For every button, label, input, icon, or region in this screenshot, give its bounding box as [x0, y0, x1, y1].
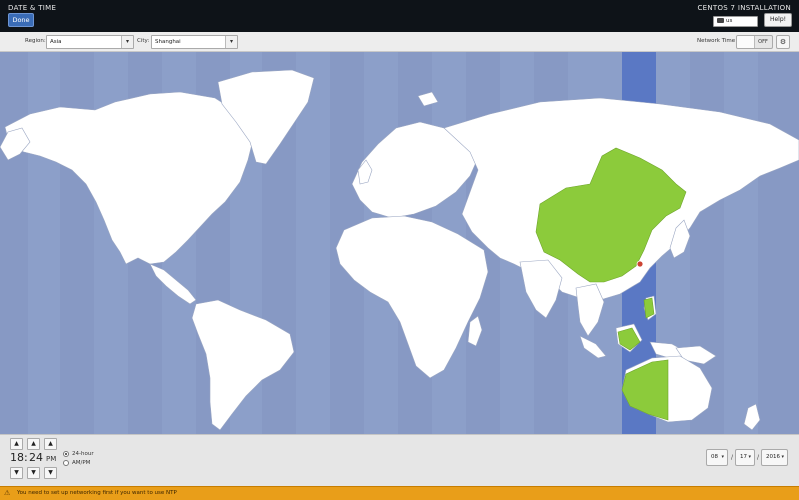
city-combo[interactable]: Shanghai ▾: [151, 35, 238, 49]
hours-up-button[interactable]: ▲: [10, 438, 23, 450]
chevron-up-icon: ▲: [48, 440, 53, 447]
year-value: 2016: [766, 454, 780, 460]
city-label: City:: [137, 38, 150, 44]
ntp-config-button[interactable]: ⚙: [776, 35, 790, 49]
day-value: 17: [740, 454, 747, 460]
hours-display: 18: [10, 451, 24, 464]
warning-bar: ⚠ You need to set up networking first if…: [0, 486, 799, 500]
keyboard-icon: [717, 18, 724, 23]
chevron-down-icon: ▼: [48, 469, 53, 476]
city-value: Shanghai: [155, 39, 181, 45]
warning-text: You need to set up networking first if y…: [17, 490, 177, 496]
format-24h-radio[interactable]: [63, 451, 69, 457]
chevron-down-icon: ▾: [121, 36, 133, 48]
timezone-map[interactable]: [0, 52, 799, 434]
indonesia-sumatra: [579, 335, 607, 359]
switch-state-label: OFF: [758, 39, 768, 45]
new-zealand: [743, 403, 761, 431]
chevron-down-icon: ▾: [781, 454, 784, 460]
date-time-spoke: DATE & TIME Done CENTOS 7 INSTALLATION u…: [0, 0, 799, 500]
minutes-display: 24: [29, 451, 43, 464]
done-button[interactable]: Done: [8, 13, 34, 27]
warning-icon: ⚠: [4, 489, 11, 497]
chevron-up-icon: ▲: [31, 440, 36, 447]
day-combo[interactable]: 17 ▾: [735, 449, 755, 466]
network-time-switch[interactable]: OFF: [736, 35, 773, 49]
month-combo[interactable]: 08 ▾: [706, 449, 728, 466]
hours-down-button[interactable]: ▼: [10, 467, 23, 479]
switch-knob: [737, 36, 755, 48]
world-map-svg: [0, 52, 799, 434]
chevron-down-icon: ▾: [748, 454, 751, 460]
timezone-toolbar: Region: Asia ▾ City: Shanghai ▾ Network …: [0, 32, 799, 52]
network-time-label: Network Time: [697, 38, 736, 44]
year-combo[interactable]: 2016 ▾: [761, 449, 788, 466]
spoke-title: DATE & TIME: [8, 4, 57, 12]
format-ampm-radio[interactable]: [63, 460, 69, 466]
gear-icon: ⚙: [779, 38, 787, 46]
format-24h-label: 24-hour: [72, 451, 94, 457]
date-separator: /: [731, 454, 734, 461]
keyboard-layout-indicator[interactable]: us: [713, 16, 758, 27]
ampm-up-button[interactable]: ▲: [44, 438, 57, 450]
minutes-down-button[interactable]: ▼: [27, 467, 40, 479]
month-value: 08: [711, 454, 718, 460]
chevron-down-icon: ▼: [31, 469, 36, 476]
time-date-panel: [0, 434, 799, 486]
chevron-down-icon: ▾: [721, 454, 724, 460]
chevron-down-icon: ▾: [225, 36, 237, 48]
minutes-up-button[interactable]: ▲: [27, 438, 40, 450]
ampm-down-button[interactable]: ▼: [44, 467, 57, 479]
philippines-highlight: [643, 297, 655, 319]
header-bar: DATE & TIME Done CENTOS 7 INSTALLATION u…: [0, 0, 799, 32]
chevron-down-icon: ▼: [14, 469, 19, 476]
region-label: Region:: [25, 38, 46, 44]
chevron-up-icon: ▲: [14, 440, 19, 447]
region-value: Asia: [50, 39, 62, 45]
date-separator: /: [757, 454, 760, 461]
time-separator: :: [24, 451, 28, 464]
format-ampm-label: AM/PM: [72, 460, 91, 466]
help-button[interactable]: Help!: [764, 13, 792, 27]
region-combo[interactable]: Asia ▾: [46, 35, 134, 49]
keyboard-layout-label: us: [726, 18, 733, 24]
product-title: CENTOS 7 INSTALLATION: [697, 4, 791, 12]
ampm-display: PM: [46, 455, 57, 463]
city-marker: [636, 260, 644, 268]
